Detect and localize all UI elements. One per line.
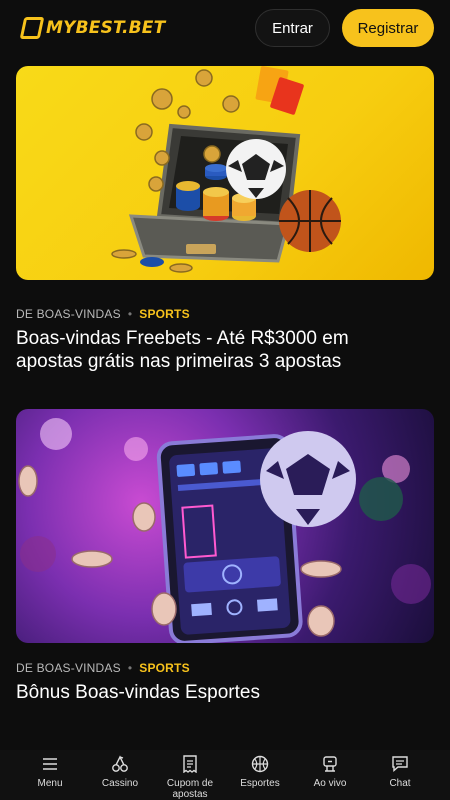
article-category: DE BOAS-VINDAS — [16, 661, 121, 675]
register-button[interactable]: Registrar — [342, 9, 434, 47]
nav-menu[interactable]: Menu — [15, 750, 85, 800]
article-title[interactable]: Boas-vindas Freebets - Até R$3000 em apo… — [16, 327, 416, 373]
phone-illustration — [18, 418, 431, 643]
nav-chat[interactable]: Chat — [365, 750, 435, 800]
meta-separator: • — [127, 307, 133, 321]
article-meta: DE BOAS-VINDAS • SPORTS — [16, 307, 190, 321]
nav-cupom[interactable]: Cupom de apostas — [155, 750, 225, 800]
bottom-navigation: Menu Cassino Cupom de apostas Esportes A… — [0, 750, 450, 800]
nav-ao-vivo[interactable]: Ao vivo — [295, 750, 365, 800]
nav-esportes[interactable]: Esportes — [225, 750, 295, 800]
nav-label: Menu — [37, 778, 63, 789]
nav-label: Cassino — [101, 778, 139, 789]
promotions-feed: DE BOAS-VINDAS • SPORTS Boas-vindas Free… — [0, 56, 450, 750]
brand-logo[interactable]: MYBEST.BET — [19, 16, 166, 40]
promo-image-freebets[interactable] — [16, 66, 434, 280]
meta-separator: • — [127, 661, 133, 675]
basketball-icon — [250, 754, 270, 774]
logo-text: MYBEST.BET — [46, 18, 166, 38]
cherries-icon — [110, 754, 130, 774]
article-title[interactable]: Bônus Boas-vindas Esportes — [16, 681, 416, 704]
live-icon — [320, 754, 340, 774]
nav-label: Esportes — [240, 778, 280, 789]
nav-cassino[interactable]: Cassino — [85, 750, 155, 800]
nav-label: Chat — [389, 778, 411, 789]
article-tag[interactable]: SPORTS — [139, 661, 190, 675]
top-bar: MYBEST.BET Entrar Registrar — [0, 0, 450, 56]
nav-label: Ao vivo — [313, 778, 347, 789]
promo-image-esportes[interactable] — [16, 409, 434, 643]
article-tag[interactable]: SPORTS — [139, 307, 190, 321]
suitcase-illustration — [111, 66, 341, 273]
logo-mark-icon — [19, 17, 45, 39]
chat-icon — [390, 754, 410, 774]
nav-label: Cupom de apostas — [166, 778, 214, 800]
menu-icon — [40, 754, 60, 774]
article-meta: DE BOAS-VINDAS • SPORTS — [16, 661, 190, 675]
article-category: DE BOAS-VINDAS — [16, 307, 121, 321]
login-button[interactable]: Entrar — [255, 9, 330, 47]
receipt-icon — [180, 754, 200, 774]
